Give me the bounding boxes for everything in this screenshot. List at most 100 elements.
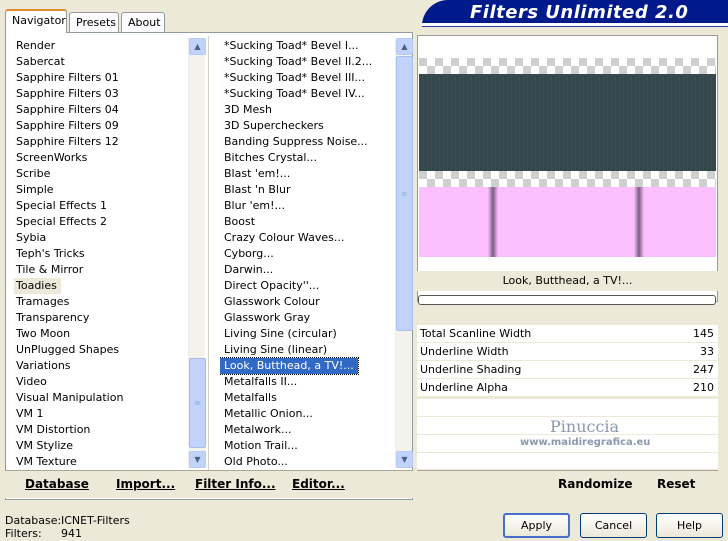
- filter-item[interactable]: *Sucking Toad* Bevel I...: [220, 38, 395, 54]
- scroll-thumb[interactable]: ≡: [396, 56, 413, 331]
- param-name: Underline Width: [420, 345, 509, 358]
- category-item[interactable]: VM Texture: [12, 454, 188, 470]
- filter-item[interactable]: Banding Suppress Noise...: [220, 134, 395, 150]
- category-item[interactable]: Simple: [12, 182, 188, 198]
- category-item-label: Tile & Mirror: [16, 263, 84, 276]
- filter-info-link[interactable]: Filter Info...: [195, 477, 276, 491]
- filter-item[interactable]: Metalfalls II...: [220, 374, 395, 390]
- filter-item-label: Metalwork...: [224, 423, 292, 436]
- filter-item[interactable]: *Sucking Toad* Bevel II.2...: [220, 54, 395, 70]
- category-item[interactable]: Teph's Tricks: [12, 246, 188, 262]
- category-scrollbar[interactable]: ▲ ≡ ▼: [188, 38, 206, 468]
- category-item[interactable]: ScreenWorks: [12, 150, 188, 166]
- filter-item[interactable]: Bitches Crystal...: [220, 150, 395, 166]
- category-item[interactable]: Transparency: [12, 310, 188, 326]
- filter-item[interactable]: Glasswork Gray: [220, 310, 395, 326]
- filter-item[interactable]: Cyborg...: [220, 246, 395, 262]
- list-divider: [208, 36, 209, 470]
- category-item[interactable]: Sapphire Filters 03: [12, 86, 188, 102]
- category-item[interactable]: Sabercat: [12, 54, 188, 70]
- category-item-label: Video: [16, 375, 47, 388]
- right-bottom-bar: Randomize Reset: [417, 470, 718, 498]
- category-item[interactable]: Tile & Mirror: [12, 262, 188, 278]
- tab-navigator[interactable]: Navigator: [5, 9, 67, 33]
- category-item[interactable]: Sapphire Filters 01: [12, 70, 188, 86]
- filter-item[interactable]: Glasswork Colour: [220, 294, 395, 310]
- category-item[interactable]: VM Distortion: [12, 422, 188, 438]
- scroll-up-icon[interactable]: ▲: [189, 38, 206, 55]
- tab-presets[interactable]: Presets: [69, 12, 119, 32]
- category-item[interactable]: Sapphire Filters 04: [12, 102, 188, 118]
- category-item[interactable]: Scribe: [12, 166, 188, 182]
- filters-label: Filters:: [5, 527, 42, 540]
- category-item[interactable]: Sybia: [12, 230, 188, 246]
- filter-item[interactable]: Blast 'em!...: [220, 166, 395, 182]
- filter-item-label: Motion Trail...: [224, 439, 298, 452]
- filter-item-label: *Sucking Toad* Bevel I...: [224, 39, 359, 52]
- editor-link[interactable]: Editor...: [292, 477, 345, 491]
- filter-item-label: Metallic Onion...: [224, 407, 313, 420]
- param-slider-row[interactable]: Underline Shading 247: [417, 361, 718, 379]
- filter-item[interactable]: Blast 'n Blur: [220, 182, 395, 198]
- filter-item[interactable]: Old Photo...: [220, 454, 395, 470]
- category-item[interactable]: Render: [12, 38, 188, 54]
- category-item[interactable]: UnPlugged Shapes: [12, 342, 188, 358]
- tab-about[interactable]: About: [121, 12, 165, 32]
- category-item[interactable]: Sapphire Filters 09: [12, 118, 188, 134]
- category-item[interactable]: Toadies: [12, 278, 188, 294]
- cancel-button[interactable]: Cancel: [580, 513, 647, 538]
- filter-item[interactable]: *Sucking Toad* Bevel III...: [220, 70, 395, 86]
- category-item[interactable]: Two Moon: [12, 326, 188, 342]
- filter-item[interactable]: Metalfalls: [220, 390, 395, 406]
- filter-item[interactable]: Living Sine (circular): [220, 326, 395, 342]
- category-item[interactable]: VM 1: [12, 406, 188, 422]
- category-item[interactable]: VM Stylize: [12, 438, 188, 454]
- category-item[interactable]: Video: [12, 374, 188, 390]
- filter-item[interactable]: *Sucking Toad* Bevel IV...: [220, 86, 395, 102]
- import-link[interactable]: Import...: [116, 477, 175, 491]
- scroll-down-icon[interactable]: ▼: [396, 451, 413, 468]
- category-item[interactable]: Special Effects 2: [12, 214, 188, 230]
- scroll-down-icon[interactable]: ▼: [189, 451, 206, 468]
- param-name: Underline Alpha: [420, 381, 508, 394]
- filter-item[interactable]: Metallic Onion...: [220, 406, 395, 422]
- scroll-thumb[interactable]: ≡: [189, 358, 206, 448]
- category-item[interactable]: Variations: [12, 358, 188, 374]
- param-slider-row[interactable]: Underline Width 33: [417, 343, 718, 361]
- param-slider-row[interactable]: Total Scanline Width 145: [417, 325, 718, 343]
- filter-item[interactable]: Darwin...: [220, 262, 395, 278]
- filter-item[interactable]: Motion Trail...: [220, 438, 395, 454]
- filter-item[interactable]: Boost: [220, 214, 395, 230]
- filter-item[interactable]: 3D Supercheckers: [220, 118, 395, 134]
- category-item[interactable]: Special Effects 1: [12, 198, 188, 214]
- category-item[interactable]: Tramages: [12, 294, 188, 310]
- app-title: Filters Unlimited 2.0: [470, 2, 689, 23]
- category-list[interactable]: Render Sabercat Sapphire Filters 01 Sapphir…: [12, 38, 188, 470]
- scroll-up-icon[interactable]: ▲: [396, 38, 413, 55]
- filter-item-label: Blast 'n Blur: [224, 183, 291, 196]
- filter-item[interactable]: Look, Butthead, a TV!...: [220, 357, 395, 375]
- filter-item-label: Look, Butthead, a TV!...: [220, 357, 359, 375]
- preview-shadow-1: [488, 187, 498, 257]
- apply-button[interactable]: Apply: [503, 513, 570, 538]
- randomize-button[interactable]: Randomize: [558, 477, 632, 491]
- param-slider-row[interactable]: Underline Alpha 210: [417, 379, 718, 397]
- category-item[interactable]: Visual Manipulation: [12, 390, 188, 406]
- filter-item[interactable]: Metalwork...: [220, 422, 395, 438]
- filter-item[interactable]: Living Sine (linear): [220, 342, 395, 358]
- filter-item-label: Direct Opacity''...: [224, 279, 320, 292]
- help-button[interactable]: Help: [656, 513, 723, 538]
- category-item-label: VM Texture: [16, 455, 77, 468]
- filter-item[interactable]: Blur 'em!...: [220, 198, 395, 214]
- filter-item[interactable]: 3D Mesh: [220, 102, 395, 118]
- category-item[interactable]: Sapphire Filters 12: [12, 134, 188, 150]
- filter-item-label: Metalfalls II...: [224, 375, 298, 388]
- filter-item[interactable]: Crazy Colour Waves...: [220, 230, 395, 246]
- reset-button[interactable]: Reset: [657, 477, 695, 491]
- filter-scrollbar[interactable]: ▲ ≡ ▼: [395, 38, 413, 468]
- filter-item[interactable]: Direct Opacity''...: [220, 278, 395, 294]
- database-link[interactable]: Database: [25, 477, 89, 491]
- category-item-label: VM 1: [16, 407, 44, 420]
- filter-list[interactable]: *Sucking Toad* Bevel I... *Sucking Toad* …: [220, 38, 395, 470]
- right-panel: Look, Butthead, a TV!... Total Scanline …: [417, 32, 721, 500]
